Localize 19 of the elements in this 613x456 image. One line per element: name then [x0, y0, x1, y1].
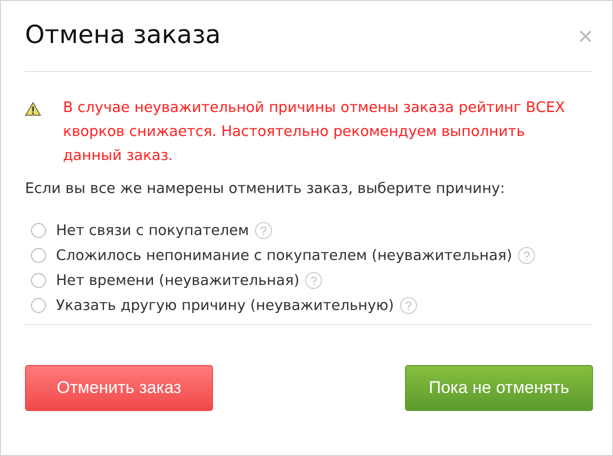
keep-order-button[interactable]: Пока не отменять [405, 365, 593, 411]
radio-button[interactable] [31, 273, 46, 288]
radio-button[interactable] [31, 248, 46, 263]
help-icon[interactable]: ? [305, 272, 322, 289]
dialog-title: Отмена заказа [25, 20, 221, 48]
close-icon[interactable]: × [578, 23, 593, 49]
option-label[interactable]: Указать другую причину (неуважительную) [56, 298, 394, 314]
option-label[interactable]: Нет связи с покупателем [56, 222, 249, 238]
radio-button[interactable] [31, 298, 46, 313]
help-icon[interactable]: ? [400, 297, 417, 314]
warning-message: В случае неуважительной причины отмены заказа рейтинг ВСЕХ кворков снижается. Настоятельно рекомендуем выполнить данный заказ. [63, 99, 566, 166]
option-label[interactable]: Нет времени (неуважительная) [56, 272, 300, 288]
reason-prompt: Если вы все же намерены отменить заказ, выберите причину: [25, 181, 506, 197]
radio-button[interactable] [31, 223, 46, 238]
warning-icon [25, 102, 41, 116]
option-label[interactable]: Сложилось непонимание с покупателем (неуважительная) [56, 248, 512, 264]
help-icon[interactable]: ? [518, 247, 536, 264]
help-icon[interactable]: ? [255, 222, 272, 239]
cancel-order-button[interactable]: Отменить заказ [25, 365, 213, 411]
